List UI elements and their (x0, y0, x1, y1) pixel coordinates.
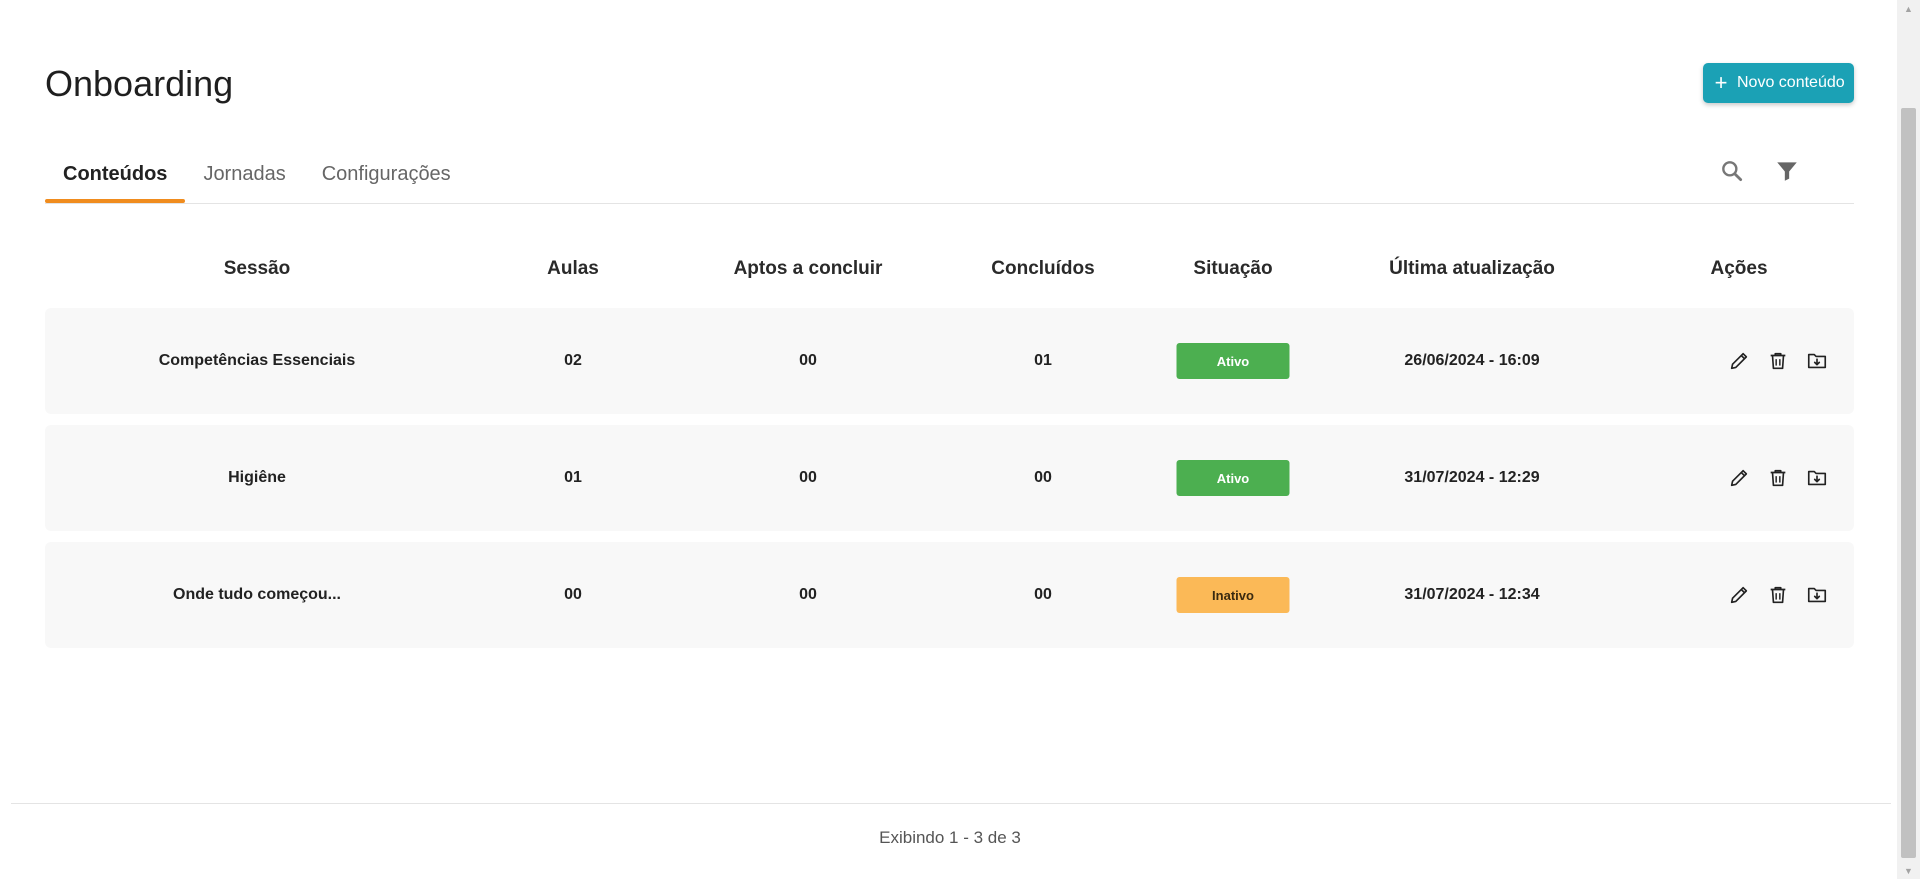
new-content-label: Novo conteúdo (1737, 74, 1845, 91)
cell-concluidos: 00 (1034, 586, 1052, 603)
cell-aptos: 00 (799, 469, 817, 486)
export-icon[interactable] (1805, 583, 1829, 607)
delete-icon[interactable] (1766, 349, 1790, 373)
cell-atualizacao: 31/07/2024 - 12:34 (1404, 586, 1540, 603)
cell-aulas: 01 (564, 469, 582, 486)
footer-divider (11, 803, 1891, 804)
new-content-button[interactable]: + Novo conteúdo (1703, 63, 1854, 103)
cell-aptos: 00 (799, 352, 817, 369)
edit-icon[interactable] (1727, 466, 1751, 490)
cell-sessao: Competências Essenciais (158, 352, 356, 369)
page-title: Onboarding (45, 63, 234, 104)
edit-icon[interactable] (1727, 349, 1751, 373)
cell-atualizacao: 26/06/2024 - 16:09 (1404, 352, 1540, 369)
plus-icon: + (1714, 70, 1728, 95)
edit-icon[interactable] (1727, 583, 1751, 607)
cell-sessao: Onde tudo começou... (172, 586, 342, 603)
scrollbar-thumb[interactable] (1901, 108, 1916, 858)
status-badge: Ativo (1176, 460, 1290, 496)
column-header-atualizacao: Última atualização (1389, 258, 1555, 279)
delete-icon[interactable] (1766, 466, 1790, 490)
tab-conteudos[interactable]: Conteúdos (45, 150, 186, 203)
tabs-divider (45, 203, 1854, 204)
delete-icon[interactable] (1766, 583, 1790, 607)
status-badge: Inativo (1176, 577, 1290, 613)
column-header-situacao: Situação (1193, 258, 1273, 279)
column-header-acoes: Ações (1710, 258, 1768, 279)
tabs: Conteúdos Jornadas Configurações (45, 150, 469, 204)
filter-icon[interactable] (1774, 158, 1800, 184)
column-header-aulas: Aulas (547, 258, 599, 279)
cell-aptos: 00 (799, 586, 817, 603)
cell-concluidos: 00 (1034, 469, 1052, 486)
cell-aulas: 00 (564, 586, 582, 603)
cell-concluidos: 01 (1034, 352, 1052, 369)
cell-aulas: 02 (564, 352, 582, 369)
column-header-sessao: Sessão (223, 258, 291, 279)
scrollbar[interactable]: ▲ ▼ (1897, 0, 1920, 879)
cell-atualizacao: 31/07/2024 - 12:29 (1404, 469, 1540, 486)
column-header-concluidos: Concluídos (991, 258, 1095, 279)
page: Onboarding + Novo conteúdo Conteúdos Jor… (0, 0, 1920, 879)
table-row: Competências Essenciais 02 00 01 Ativo 2… (45, 308, 1854, 414)
table-row: Higiêne 01 00 00 Ativo 31/07/2024 - 12:2… (45, 425, 1854, 531)
tab-configuracoes[interactable]: Configurações (304, 150, 469, 203)
cell-sessao: Higiêne (228, 469, 286, 486)
pagination-text: Exibindo 1 - 3 de 3 (879, 828, 1021, 847)
export-icon[interactable] (1805, 466, 1829, 490)
search-icon[interactable] (1719, 158, 1745, 184)
scroll-up-arrow-icon[interactable]: ▲ (1897, 0, 1920, 17)
table-header: Sessão Aulas Aptos a concluir Concluídos… (45, 258, 1854, 288)
table-row: Onde tudo começou... 00 00 00 Inativo 31… (45, 542, 1854, 648)
column-header-aptos: Aptos a concluir (733, 258, 883, 279)
tab-jornadas[interactable]: Jornadas (185, 150, 303, 203)
scroll-down-arrow-icon[interactable]: ▼ (1897, 862, 1920, 879)
status-badge: Ativo (1176, 343, 1290, 379)
export-icon[interactable] (1805, 349, 1829, 373)
